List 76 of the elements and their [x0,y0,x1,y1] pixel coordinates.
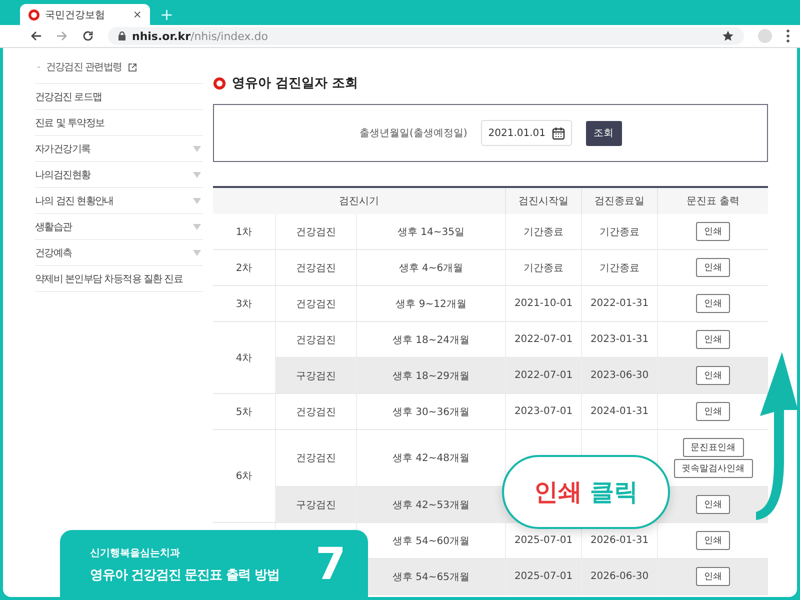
sidebar-item[interactable]: 건강예측 [35,240,203,266]
date-field[interactable]: 2021.01.01 [481,120,572,146]
page-title: 영유아 검진일자 조회 [232,75,358,92]
print-button[interactable]: 인쇄 [696,567,730,586]
banner-title: 영유아 건강검진 문진표 출력 방법 [90,567,280,584]
table-cell: 4차 [213,322,276,394]
table-cell: 구강검진 [276,486,356,522]
menu-icon[interactable] [786,29,790,43]
table-cell: 2025-07-01 [506,558,582,594]
print-button[interactable]: 인쇄 [696,330,730,349]
table-cell: 3차 [213,286,276,322]
banner-subtitle: 신기행복을심는치과 [90,547,181,560]
tab-title: 국민건강보험 [45,8,106,22]
bullet-mark: - [37,62,40,72]
column-header: 문진표 출력 [658,187,768,214]
sidebar-link[interactable]: 건강검진 관련법령 [46,60,122,74]
search-button[interactable]: 조회 [586,120,622,146]
table-cell: 2023-06-30 [582,358,658,394]
print-button[interactable]: 문진표인쇄 [682,438,744,457]
external-link-icon [128,62,137,72]
table-cell: 2022-01-31 [582,286,658,322]
close-tab-button[interactable]: × [132,8,142,21]
table-cell: 1차 [213,214,276,250]
browser-tab[interactable]: 국민건강보험 × [20,4,150,25]
callout-bubble: 인쇄 클릭 [502,455,670,529]
table-cell: 구강검진 [276,358,356,394]
table-cell: 기간종료 [582,214,658,250]
table-cell: 2021-10-01 [506,286,582,322]
column-header: 검진시작일 [506,187,582,214]
column-header: 검진시기 [213,187,506,214]
print-button[interactable]: 인쇄 [696,402,730,421]
print-button[interactable]: 인쇄 [696,531,730,550]
star-icon[interactable] [722,30,734,42]
print-button[interactable]: 인쇄 [696,294,730,313]
sidebar-item[interactable]: 나의검진현황 [35,162,203,188]
lock-icon [118,31,126,41]
column-header: 검진종료일 [582,187,658,214]
table-cell: 2023-07-01 [506,394,582,430]
table-cell: 생후 14~35일 [356,214,506,250]
print-button[interactable]: 귓속말검사인쇄 [674,459,752,478]
table-cell: 생후 42~53개월 [356,486,506,522]
table-cell: 2차 [213,250,276,286]
table-cell: 건강검진 [276,250,356,286]
table-cell: 건강검진 [276,214,356,250]
print-button[interactable]: 인쇄 [696,222,730,241]
field-label: 출생년월일(출생예정일) [359,127,468,140]
table-cell: 2022-07-01 [506,358,582,394]
sidebar-item[interactable]: 건강검진 로드맵 [35,84,203,110]
sidebar-item[interactable]: 자가건강기록 [35,136,203,162]
table-cell: 건강검진 [276,286,356,322]
step-number: 7 [315,543,346,587]
logo-icon [213,76,226,90]
table-cell: 5차 [213,394,276,430]
print-button[interactable]: 인쇄 [696,495,730,514]
table-cell: 생후 4~6개월 [356,250,506,286]
table-cell: 기간종료 [506,214,582,250]
table-cell: 생후 18~29개월 [356,358,506,394]
table-cell: 생후 30~36개월 [356,394,506,430]
table-cell: 6차 [213,430,276,522]
print-button[interactable]: 인쇄 [696,258,730,277]
table-cell: 기간종료 [506,250,582,286]
table-cell: 건강검진 [276,394,356,430]
print-button[interactable]: 인쇄 [696,366,730,385]
calendar-icon[interactable] [552,126,565,140]
table-cell: 기간종료 [582,250,658,286]
logo-icon [28,8,40,20]
address-bar[interactable]: nhis.or.kr/nhis/index.do [108,27,744,45]
back-icon[interactable] [30,30,42,42]
sidebar-item[interactable]: 생활습관 [35,214,203,240]
reload-icon[interactable] [82,30,94,42]
table-cell: 2026-06-30 [582,558,658,594]
sidebar-item[interactable]: 나의 검진 현황안내 [35,188,203,214]
sidebar-item[interactable]: 진료 및 투약정보 [35,110,203,136]
sidebar-item[interactable]: 약제비 본인부담 차등적용 질환 진료 [35,266,203,292]
table-cell: 생후 9~12개월 [356,286,506,322]
table-cell: 2024-01-31 [582,394,658,430]
